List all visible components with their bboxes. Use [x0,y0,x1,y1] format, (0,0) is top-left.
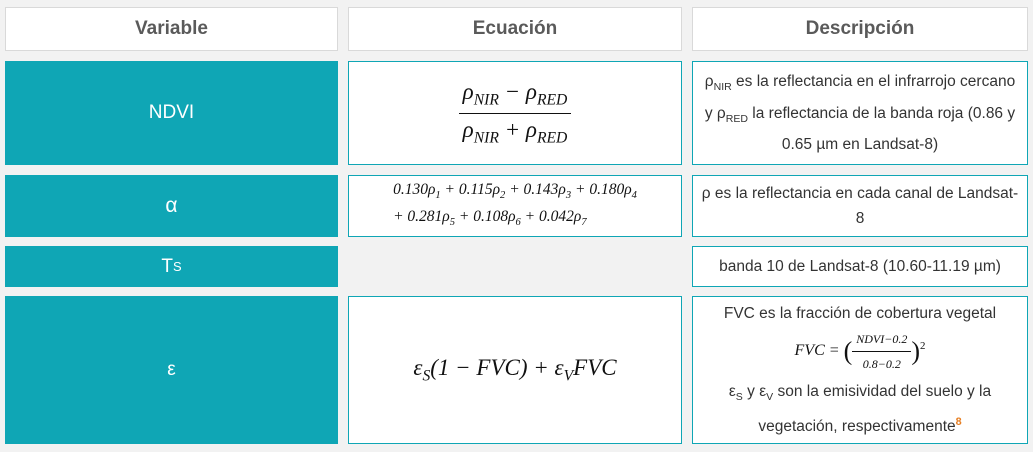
description-epsilon: FVC es la fracción de cobertura vegetal … [692,296,1028,444]
alpha-eq-line1: 0.130ρ1 + 0.115ρ2 + 0.143ρ3 + 0.180ρ4 [393,180,637,201]
description-alpha-text: ρ es la reflectancia en cada canal de La… [701,185,1019,227]
description-ndvi: ρNIR es la reflectancia en el infrarrojo… [692,61,1028,165]
variable-ndvi: NDVI [5,61,338,165]
ndvi-denominator: ρNIR + ρRED [462,116,568,147]
alpha-eq-line2: + 0.281ρ5 + 0.108ρ6 + 0.042ρ7 [393,208,587,229]
header-variable: Variable [5,7,338,51]
epsilon-equation: εS(1 − FVC) + εVFVC [413,354,617,385]
header-equation: Ecuación [348,7,682,51]
description-alpha: ρ es la reflectancia en cada canal de La… [692,175,1028,237]
reference-marker: 8 [955,415,962,428]
equation-epsilon: εS(1 − FVC) + εVFVC [348,296,682,444]
header-description: Descripción [692,7,1028,51]
variable-epsilon: ε [5,296,338,444]
equation-alpha: 0.130ρ1 + 0.115ρ2 + 0.143ρ3 + 0.180ρ4 + … [348,175,682,237]
equation-ndvi: ρNIR − ρRED ρNIR + ρRED [348,61,682,165]
variable-ts: TS [5,246,338,287]
description-ndvi-text: ρNIR es la reflectancia en el infrarrojo… [704,73,1016,153]
description-ts: banda 10 de Landsat-8 (10.60-11.19 µm) [692,246,1028,287]
variable-alpha: α [5,175,338,237]
fvc-formula: FVC = ( NDVI−0.2 0.8−0.2 )2 [699,328,1021,375]
ndvi-fraction: ρNIR − ρRED ρNIR + ρRED [458,79,572,147]
fvc-numerator: NDVI−0.2 [852,328,912,352]
fvc-denominator: 0.8−0.2 [862,356,901,371]
description-epsilon-line1: FVC es la fracción de cobertura vegetal [723,304,997,322]
ndvi-numerator: ρNIR − ρRED [458,79,572,114]
description-epsilon-line3: εS y εV son la emisividad del suelo y la… [728,382,992,436]
description-ts-text: banda 10 de Landsat-8 (10.60-11.19 µm) [719,258,1001,275]
